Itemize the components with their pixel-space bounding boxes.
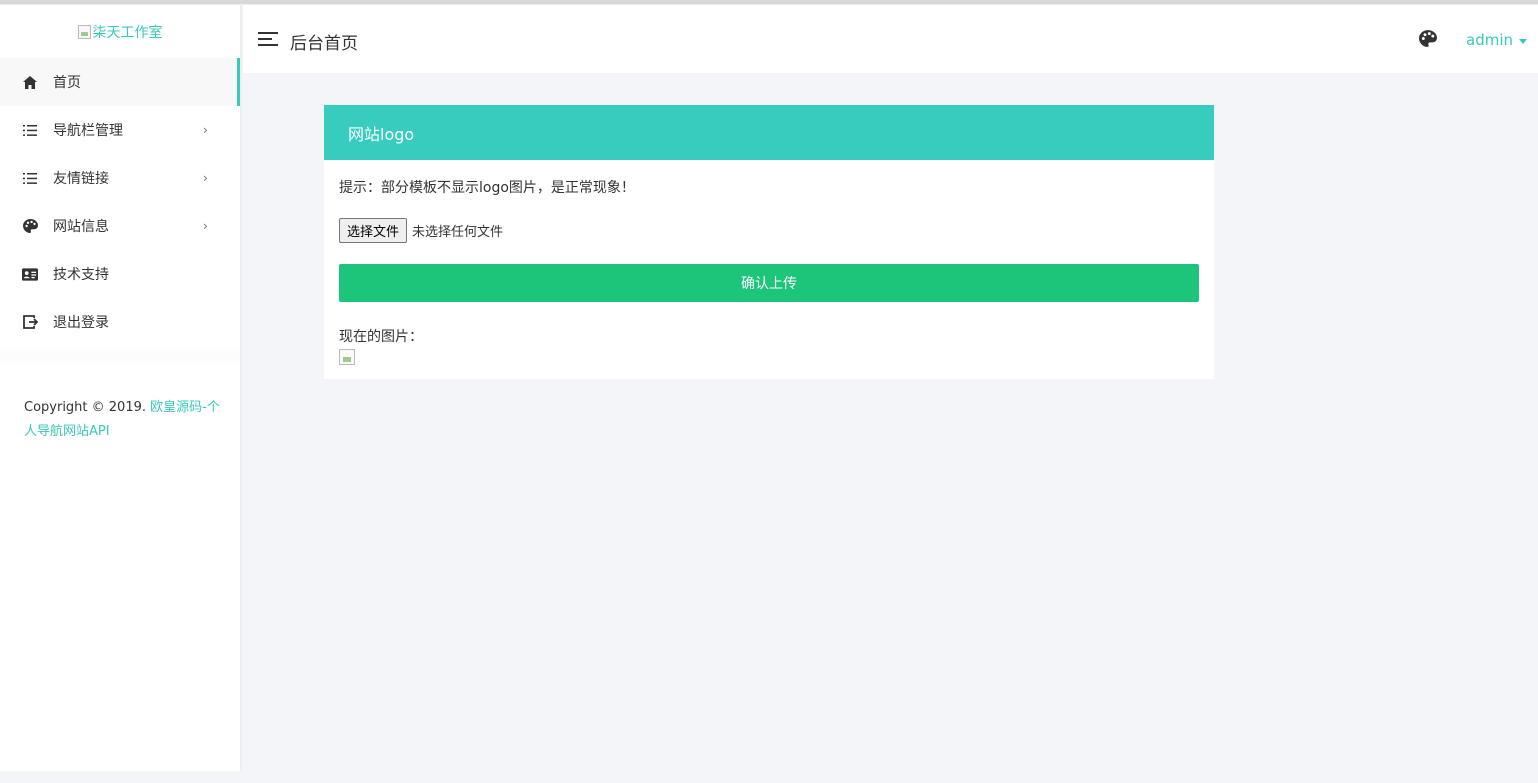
sidebar: 柒天工作室 首页 导航栏管理 › 友情链接 › 网站信息 › 技术支持 退出登录…: [0, 5, 240, 771]
chevron-right-icon: ›: [203, 171, 208, 185]
caret-down-icon: [1519, 38, 1527, 44]
logo-alt-text: 柒天工作室: [92, 24, 163, 41]
broken-image-icon: [77, 24, 91, 39]
home-icon: [22, 74, 38, 90]
sidebar-item-label: 友情链接: [53, 171, 109, 187]
sidebar-item-label: 网站信息: [53, 219, 109, 235]
panel-title: 网站logo: [348, 124, 415, 144]
sidebar-item-label: 技术支持: [53, 267, 109, 283]
sidebar-menu: 首页 导航栏管理 › 友情链接 › 网站信息 › 技术支持 退出登录: [0, 58, 240, 368]
sidebar-item-friend-links[interactable]: 友情链接 ›: [0, 154, 240, 202]
sidebar-item-home[interactable]: 首页: [0, 58, 240, 106]
copyright: Copyright © 2019. 欧皇源码-个人导航网站API: [24, 396, 224, 444]
broken-logo-image: 柒天工作室: [77, 22, 163, 42]
sidebar-item-label: 首页: [53, 75, 81, 91]
copyright-text: Copyright © 2019.: [24, 400, 147, 415]
sidebar-item-label: 导航栏管理: [53, 123, 123, 139]
sidebar-shadow: [240, 5, 243, 771]
id-card-icon: [22, 266, 38, 282]
chevron-right-icon: ›: [203, 219, 208, 233]
logo-panel: 网站logo 提示：部分模板不显示logo图片，是正常现象！ 选择文件 未选择任…: [324, 105, 1214, 379]
file-input[interactable]: 选择文件 未选择任何文件: [339, 218, 503, 243]
sidebar-item-logout[interactable]: 退出登录: [0, 298, 240, 346]
current-image-label: 现在的图片：: [339, 329, 423, 345]
sidebar-divider: [0, 346, 240, 368]
sidebar-item-nav-management[interactable]: 导航栏管理 ›: [0, 106, 240, 154]
palette-icon[interactable]: [1419, 30, 1437, 48]
broken-image-icon: [339, 349, 355, 365]
menu-toggle-icon[interactable]: [258, 32, 278, 46]
chevron-right-icon: ›: [203, 123, 208, 137]
page-title: 后台首页: [290, 34, 358, 54]
hint-text: 提示：部分模板不显示logo图片，是正常现象！: [339, 180, 635, 196]
choose-file-button[interactable]: 选择文件: [339, 218, 408, 243]
logout-icon: [22, 314, 38, 330]
sidebar-item-tech-support[interactable]: 技术支持: [0, 250, 240, 298]
list-icon: [22, 170, 38, 186]
sidebar-item-site-info[interactable]: 网站信息 ›: [0, 202, 240, 250]
confirm-upload-button[interactable]: 确认上传: [339, 264, 1199, 302]
panel-header: 网站logo: [324, 105, 1214, 160]
site-logo[interactable]: 柒天工作室: [0, 5, 240, 58]
sidebar-item-label: 退出登录: [53, 315, 109, 331]
user-name: admin: [1466, 31, 1513, 49]
bottom-strip: [0, 771, 243, 783]
top-header: 后台首页 admin: [243, 5, 1538, 73]
user-menu[interactable]: admin: [1466, 31, 1527, 49]
palette-icon: [22, 218, 38, 234]
file-status: 未选择任何文件: [412, 225, 504, 240]
list-icon: [22, 122, 38, 138]
